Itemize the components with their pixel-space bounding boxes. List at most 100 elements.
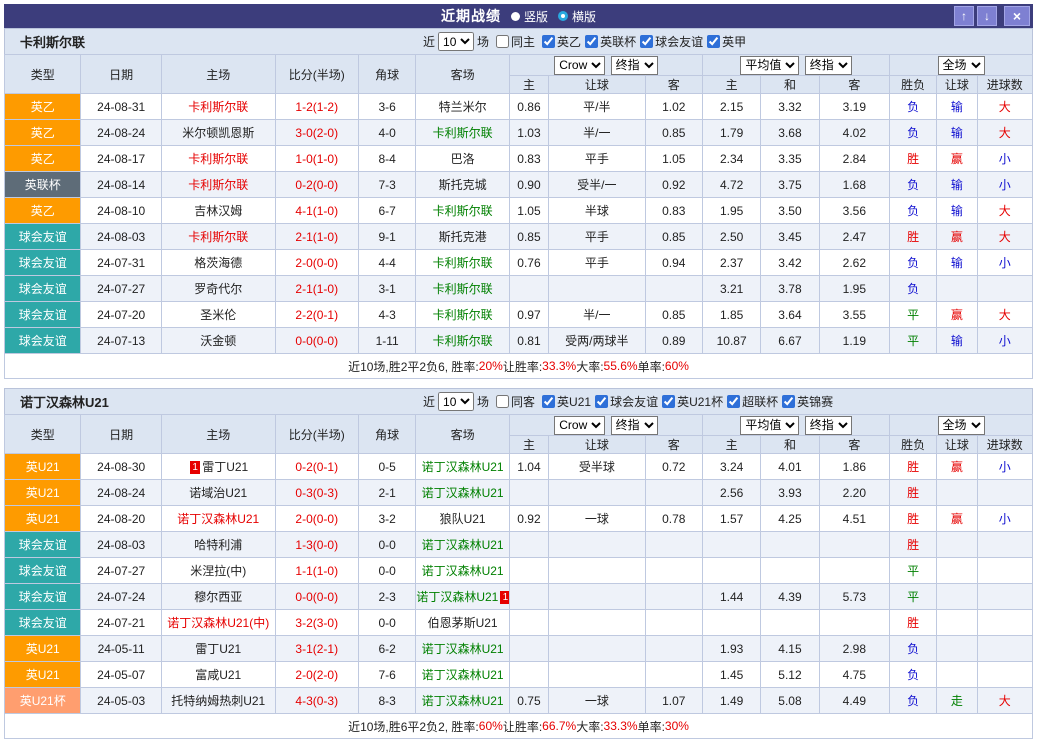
odds-handicap: 半/一 [548, 119, 646, 146]
page: 近期战绩 竖版 横版 ↑ ↓ × 卡利斯尔联 近 10 场 同主 英乙 英联杯 … [3, 4, 1034, 739]
result-handicap: 输 [936, 249, 978, 276]
same-side-filter[interactable]: 同客 [492, 393, 535, 410]
result-goals [976, 609, 1034, 636]
league-filter[interactable]: 英甲 [703, 33, 746, 50]
odds-away: 0.72 [644, 453, 703, 480]
score-half-score: 0-0(0-0) [274, 583, 360, 610]
league-checkbox[interactable] [662, 395, 676, 408]
league-type-badge: 球会友谊 [3, 557, 82, 584]
corners: 4-0 [357, 119, 417, 146]
result-handicap [936, 661, 978, 688]
col-header-home: 主场 [160, 414, 276, 454]
radio-horizontal-icon[interactable] [558, 11, 568, 21]
league-filter[interactable]: 超联杯 [723, 393, 778, 410]
odds-home [508, 479, 550, 506]
away-team-cell: 诺丁汉森林U21 [415, 661, 510, 688]
score-half-score: 2-1(1-0) [274, 275, 360, 302]
league-checkbox[interactable] [707, 35, 721, 48]
match-date: 24-08-10 [80, 197, 162, 224]
radio-vertical-icon[interactable] [510, 11, 520, 21]
match-count-select[interactable]: 10 [438, 32, 475, 51]
odds-away [644, 275, 703, 302]
games-label: 场 [477, 35, 490, 49]
match-row: 英U21杯 24-05-03 托特纳姆热刺U21 4-3(0-3) 8-3 诺丁汉森林U2… [3, 687, 1034, 714]
sub-header-result-outcome: 胜负 [889, 75, 938, 94]
odds-handicap: 半/一 [548, 301, 646, 328]
away-team-name: 卡利斯尔联 [432, 334, 493, 348]
move-up-button[interactable]: ↑ [954, 6, 974, 26]
view-option-vertical[interactable]: 竖版 [510, 8, 548, 25]
avg-stage-select[interactable]: 终指 [804, 55, 852, 75]
avg-type-select[interactable]: 平均值 [740, 415, 800, 435]
result-handicap: 赢 [936, 145, 978, 172]
home-team-cell: 米尔顿凯恩斯 [160, 119, 276, 146]
scope-select[interactable]: 全场 [937, 415, 985, 435]
avg-away-odds: 4.49 [818, 687, 891, 714]
bookmaker-select[interactable]: Crow [554, 55, 606, 75]
bookmaker-select[interactable]: Crow [554, 415, 606, 435]
odds-stage-select[interactable]: 终指 [610, 415, 658, 435]
match-row: 英U21 24-05-07 富咸U21 2-0(2-0) 7-6 诺丁汉森林U21 1.45… [3, 661, 1034, 688]
sub-header-avg-home: 主 [701, 435, 762, 454]
league-checkbox[interactable] [585, 35, 599, 48]
home-team-name: 富咸U21 [195, 668, 242, 682]
result-goals [976, 661, 1034, 688]
result-goals: 大 [976, 197, 1034, 224]
avg-stage-select[interactable]: 终指 [804, 415, 852, 435]
match-date: 24-08-20 [80, 505, 162, 532]
summary-segment: 60% [664, 359, 689, 373]
view-option-vertical-label: 竖版 [523, 9, 548, 24]
away-team-cell: 卡利斯尔联 [415, 119, 510, 146]
odds-home: 0.81 [508, 327, 550, 354]
odds-stage-select[interactable]: 终指 [610, 55, 658, 75]
away-team-name: 诺丁汉森林U21 [421, 642, 504, 656]
league-filter[interactable]: 英U21 [538, 393, 591, 410]
odds-home: 1.04 [508, 453, 550, 480]
match-row: 英乙 24-08-31 卡利斯尔联 1-2(1-2) 3-6 特兰米尔 0.86 平/半 1.0… [3, 93, 1034, 120]
league-checkbox[interactable] [542, 395, 556, 408]
summary-segment: 单率: [637, 359, 665, 374]
league-filter[interactable]: 英乙 [538, 33, 581, 50]
same-side-filter[interactable]: 同主 [492, 33, 535, 50]
home-team-name: 米尔顿凯恩斯 [182, 126, 255, 140]
match-row: 球会友谊 24-08-03 卡利斯尔联 2-1(1-0) 9-1 斯托克港 0.85 平手 0.… [3, 223, 1034, 250]
move-down-button[interactable]: ↓ [977, 6, 997, 26]
match-date: 24-08-14 [80, 171, 162, 198]
score-half-score: 2-0(0-0) [274, 505, 360, 532]
result-handicap [936, 275, 978, 302]
league-filter[interactable]: 球会友谊 [591, 393, 658, 410]
league-filter[interactable]: 英U21杯 [658, 393, 723, 410]
section-header: 诺丁汉森林U21 近 10 场 同客 英U21 球会友谊 英U21杯 超联杯 英锦赛 [4, 388, 1033, 414]
scope-select[interactable]: 全场 [937, 55, 985, 75]
view-option-horizontal[interactable]: 横版 [558, 8, 596, 25]
summary-segment: 近10场,胜6平2负2, 胜率: [348, 719, 479, 734]
league-filter[interactable]: 英锦赛 [778, 393, 833, 410]
avg-type-select[interactable]: 平均值 [740, 55, 800, 75]
league-filter-label: 英乙 [557, 35, 582, 49]
league-filter[interactable]: 球会友谊 [636, 33, 703, 50]
result-outcome: 平 [889, 327, 938, 354]
games-label: 场 [477, 395, 490, 409]
odds-home [508, 557, 550, 584]
avg-away-odds: 2.98 [818, 635, 891, 662]
match-count-select[interactable]: 10 [438, 392, 475, 411]
league-filter-label: 超联杯 [742, 395, 779, 409]
close-button[interactable]: × [1004, 6, 1030, 26]
avg-home-odds: 1.45 [701, 661, 762, 688]
league-checkbox[interactable] [727, 395, 741, 408]
league-checkbox[interactable] [542, 35, 556, 48]
league-filter[interactable]: 英联杯 [581, 33, 636, 50]
summary-segment: 大率: [576, 359, 604, 374]
league-checkbox[interactable] [640, 35, 654, 48]
same-side-checkbox[interactable] [496, 35, 510, 48]
league-type-badge: 英U21 [3, 661, 82, 688]
home-team-cell: 卡利斯尔联 [160, 171, 276, 198]
same-side-checkbox[interactable] [496, 395, 510, 408]
league-checkbox[interactable] [782, 395, 796, 408]
league-checkbox[interactable] [595, 395, 609, 408]
odds-home: 0.86 [508, 93, 550, 120]
avg-draw-odds: 3.32 [760, 93, 820, 120]
topbar: 近期战绩 竖版 横版 ↑ ↓ × [4, 4, 1033, 28]
away-team-name: 特兰米尔 [438, 100, 487, 114]
avg-away-odds: 3.55 [818, 301, 891, 328]
